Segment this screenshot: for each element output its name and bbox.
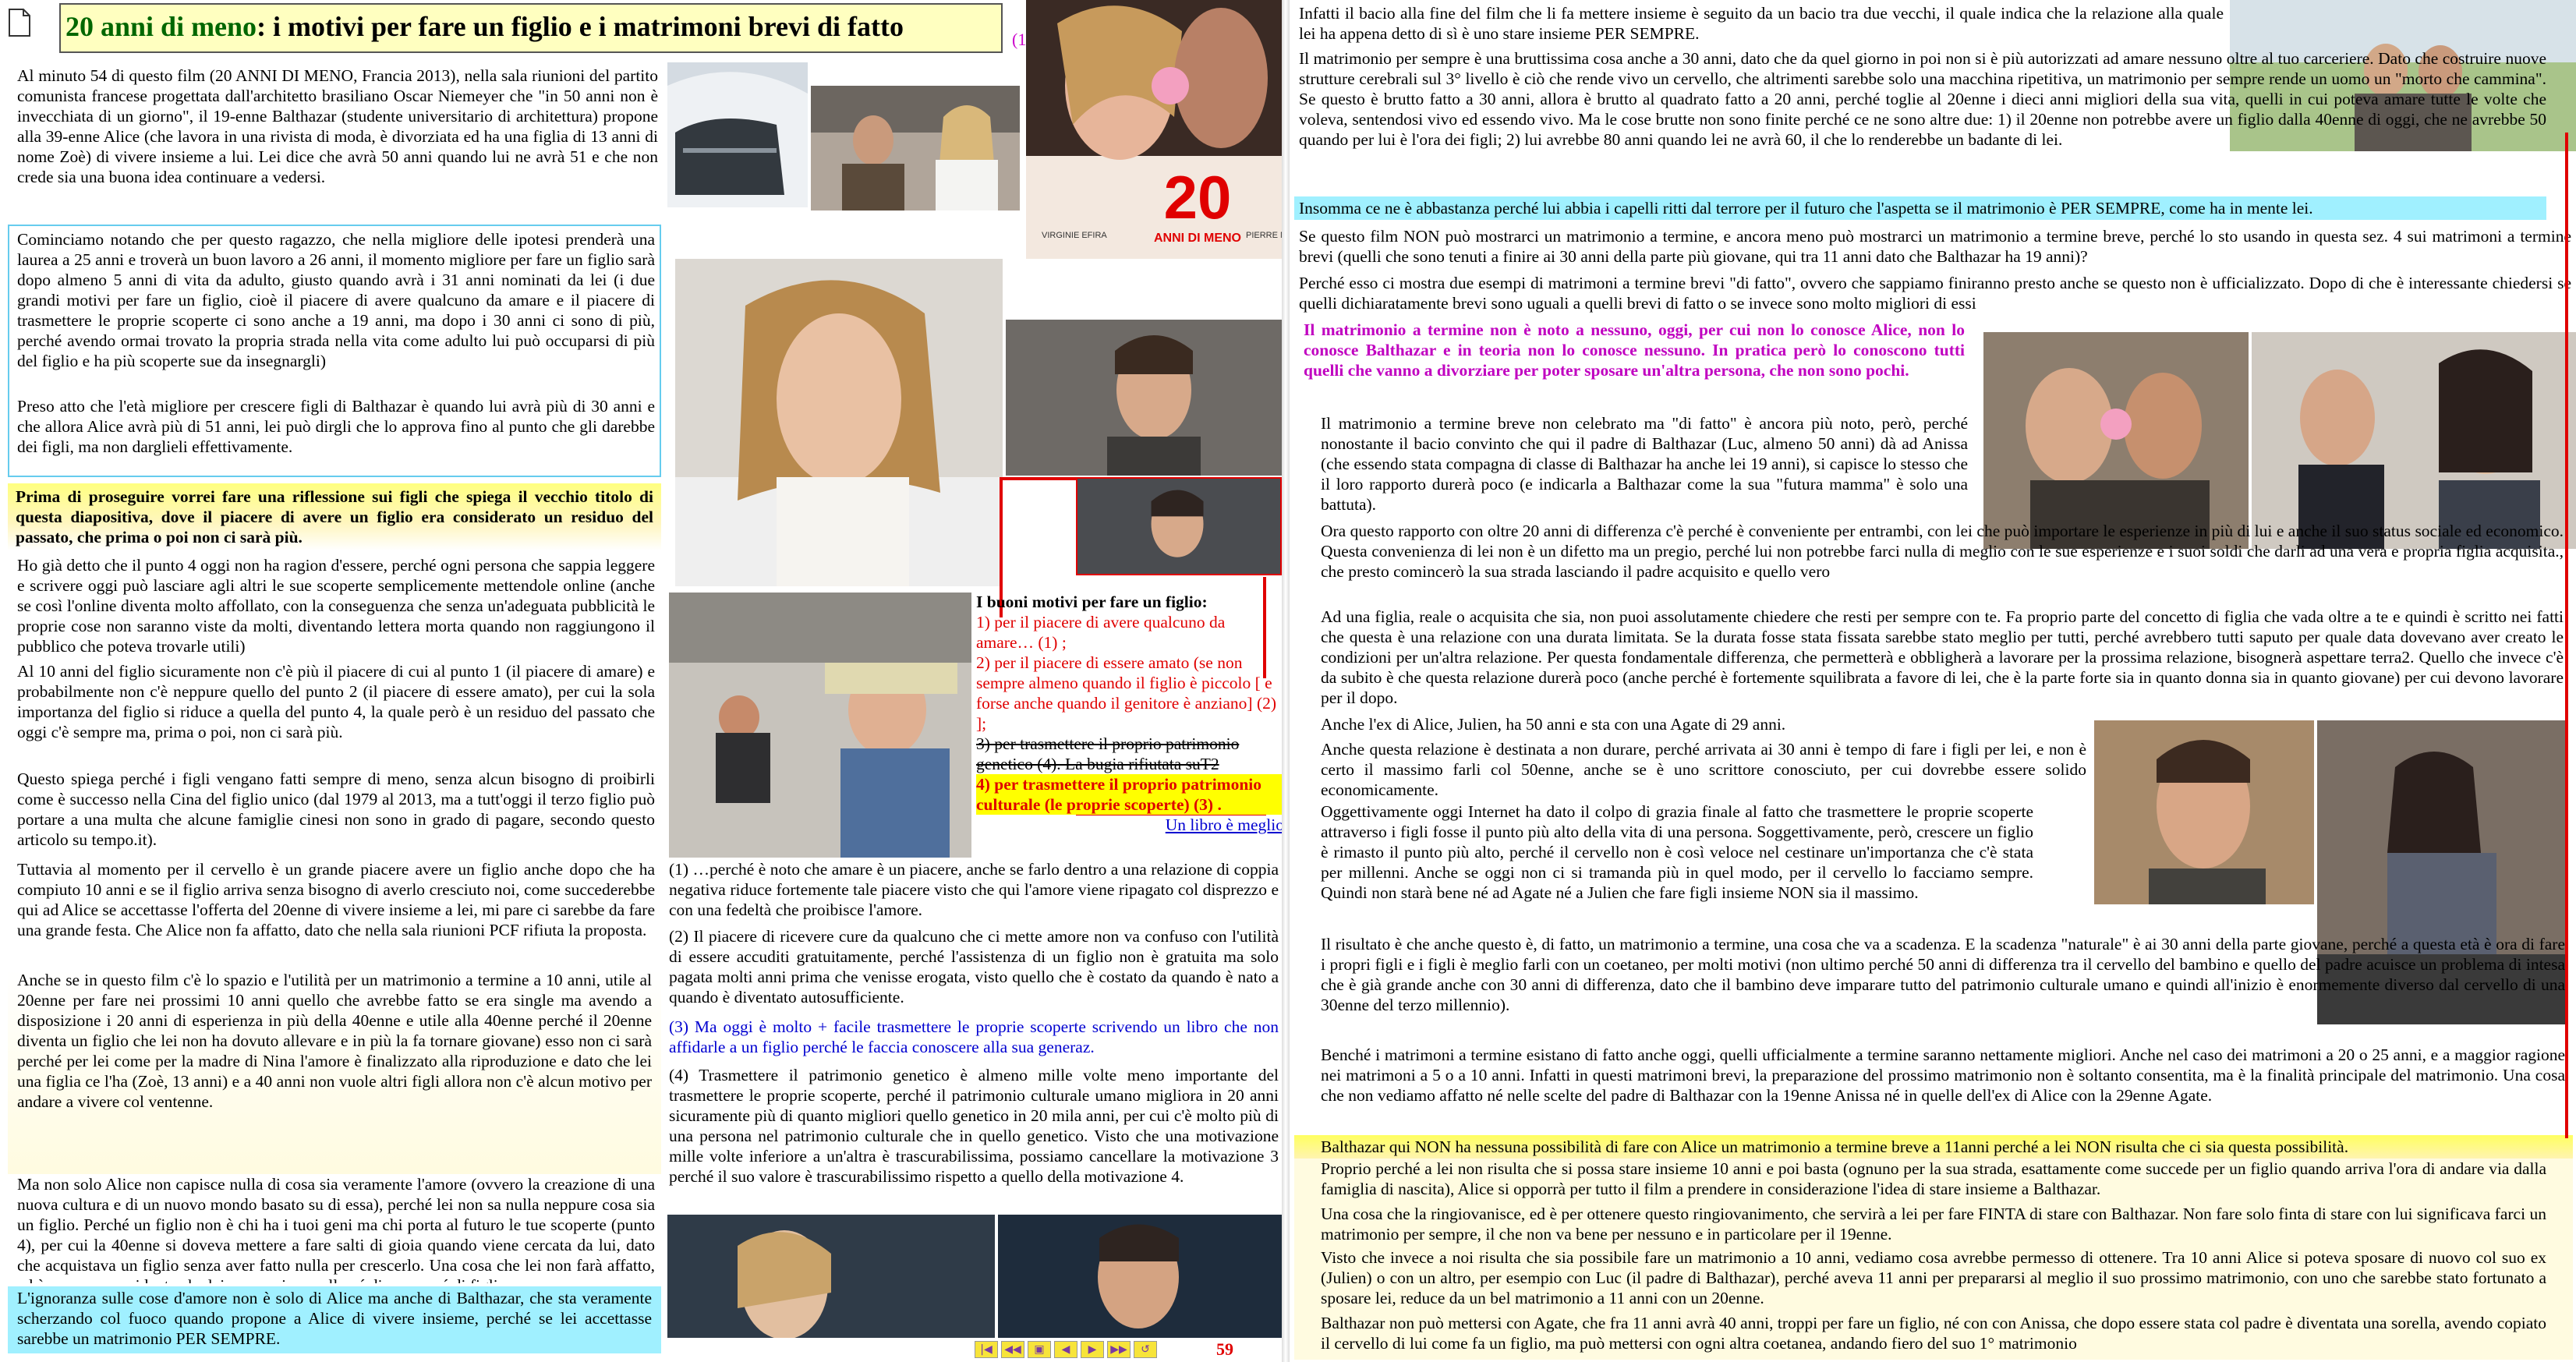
- left-paragraph-5: Ho già detto che il punto 4 oggi non ha …: [17, 555, 655, 660]
- right-paragraph-10: Anche l'ex di Alice, Julien, ha 50 anni …: [1321, 715, 1786, 734]
- right-paragraph-5: Perché esso ci mostra due esempi di matr…: [1299, 274, 2571, 313]
- left-paragraph-6: Al 10 anni del figlio sicuramente non c'…: [17, 661, 655, 769]
- children-age-text: Cominciamo notando che per questo ragazz…: [17, 230, 655, 370]
- ten-years-text: Al 10 anni del figlio sicuramente non c'…: [17, 662, 655, 741]
- left-paragraph-11: L'ignoranza sulle cose d'amore non è sol…: [8, 1286, 661, 1353]
- right-paragraph-1: Infatti il bacio alla fine del film che …: [1299, 4, 2224, 43]
- left-paragraph-9: Anche se in questo film c'è lo spazio e …: [8, 970, 661, 1174]
- page-number: 59: [1216, 1339, 1233, 1359]
- page-title: 20 anni di meno: i motivi per fare un fi…: [65, 9, 904, 44]
- right-paragraph-8: Ora questo rapporto con oltre 20 anni di…: [1321, 522, 2564, 581]
- note-3: (3) Ma oggi è molto + facile trasmettere…: [669, 1017, 1279, 1056]
- arrow-line: [1003, 477, 1077, 480]
- balthazar-bottom-photo: [998, 1215, 1282, 1338]
- note-2: (2) Il piacere di ricevere cure da qualc…: [669, 927, 1279, 1006]
- right-border-line: [2565, 133, 2568, 1138]
- left-paragraph-3: Preso atto che l'età migliore per cresce…: [17, 396, 655, 474]
- balthazar-photo: [1006, 320, 1282, 476]
- right-paragraph-14: Benché i matrimoni a termine esistano di…: [1321, 1045, 2565, 1105]
- title-bold: 20 anni di meno: [65, 11, 257, 42]
- right-paragraph-6: Il matrimonio a termine non è noto a nes…: [1304, 320, 1965, 380]
- right-paragraph-4: Se questo film NON può mostrarci un matr…: [1299, 227, 2571, 266]
- alice-understanding-text: Ma non solo Alice non capisce nulla di c…: [17, 1175, 655, 1283]
- first-page-icon[interactable]: |◀: [975, 1341, 998, 1358]
- index-icon[interactable]: ▣: [1028, 1341, 1051, 1358]
- luc-anissa-restaurant-photo: [2252, 332, 2576, 549]
- right-paragraph-19: Balthazar non può mettersi con Agate, ch…: [1294, 1313, 2573, 1360]
- page-divider: [1282, 0, 1290, 1362]
- right-paragraph-2: Il matrimonio per sempre è una bruttissi…: [1299, 49, 2546, 149]
- title-rest: : i motivi per fare un figlio e i matrim…: [257, 11, 904, 42]
- poster-number: 20: [1164, 163, 1232, 232]
- left-paragraph-10: Ma non solo Alice non capisce nulla di c…: [17, 1174, 655, 1283]
- reason-4: 4) per trasmettere il proprio patrimonio…: [976, 774, 1284, 815]
- reason-2: 2) per il piacere di essere amato (se no…: [976, 653, 1277, 733]
- balthazar-small-photo: [1076, 477, 1282, 575]
- right-paragraph-3: Insomma ce ne è abbastanza perché lui ab…: [1294, 196, 2546, 220]
- left-paragraph-4: Prima di proseguire vorrei fare una rifl…: [8, 483, 661, 550]
- luc-anissa-kiss-photo: [1983, 332, 2249, 549]
- couple-conference-photo: [811, 86, 1020, 210]
- next-page-icon[interactable]: ▶: [1081, 1341, 1104, 1358]
- online-text: Ho già detto che il punto 4 oggi non ha …: [17, 556, 655, 656]
- note-4: (4) Trasmettere il patrimonio genetico è…: [669, 1066, 1279, 1186]
- right-paragraph-16: Proprio perché a lei non risulta che si …: [1294, 1159, 2573, 1204]
- prev-section-icon[interactable]: ◀◀: [1001, 1341, 1024, 1358]
- note-1: (1) …perché è noto che amare è un piacer…: [669, 860, 1279, 919]
- intro-text: Al minuto 54 di questo film (20 ANNI DI …: [17, 66, 658, 186]
- right-paragraph-13: Il risultato è che anche questo è, di fa…: [1321, 935, 2565, 1014]
- julien-photo: [2094, 720, 2314, 904]
- left-paragraph-1: Al minuto 54 di questo film (20 ANNI DI …: [17, 65, 658, 218]
- term-marriage-text: Anche se in questo film c'è lo spazio e …: [17, 971, 652, 1111]
- right-paragraph-18: Visto che invece a noi risulta che sia p…: [1294, 1247, 2573, 1313]
- china-text: Questo spiega perché i figli vengano fat…: [17, 769, 655, 849]
- navigation-bar: |◀ ◀◀ ▣ ◀ ▶ ▶▶ ↺: [975, 1340, 1157, 1359]
- right-paragraph-12: Oggettivamente oggi Internet ha dato il …: [1321, 802, 2033, 902]
- prev-page-icon[interactable]: ◀: [1054, 1341, 1077, 1358]
- right-paragraph-15: Balthazar qui NON ha nessuna possibilità…: [1294, 1135, 2573, 1159]
- alice-closeup-photo: [675, 259, 1003, 586]
- book-link[interactable]: Un libro è meglio: [976, 815, 1284, 835]
- poster-left-name: VIRGINIE EFIRA: [1042, 231, 1107, 240]
- reasons-box: I buoni motivi per fare un figlio: 1) pe…: [976, 592, 1284, 853]
- reflection-text: Prima di proseguire vorrei fare una rifl…: [16, 487, 653, 547]
- left-paragraph-8: Tuttavia al momento per il cervello è un…: [17, 859, 655, 967]
- back-icon[interactable]: ↺: [1134, 1341, 1157, 1358]
- reason-1: 1) per il piacere di avere qualcuno da a…: [976, 613, 1226, 652]
- movie-poster: 20ANNI DI MENO VIRGINIE EFIRA PIERRE NINEY: [1026, 0, 1282, 259]
- alice-bottom-photo: [667, 1215, 995, 1338]
- next-section-icon[interactable]: ▶▶: [1107, 1341, 1131, 1358]
- reasons-title: I buoni motivi per fare un figlio:: [976, 593, 1208, 611]
- best-age-text: Preso atto che l'età migliore per cresce…: [17, 397, 655, 456]
- document-icon[interactable]: [8, 8, 31, 37]
- right-paragraph-17: Una cosa che la ringiovanisce, ed è per …: [1294, 1204, 2573, 1247]
- left-paragraph-2: Cominciamo notando che per questo ragazz…: [17, 229, 655, 409]
- man-with-child-photo: [669, 593, 971, 858]
- ignorance-text: L'ignoranza sulle cose d'amore non è sol…: [17, 1289, 652, 1348]
- poster-right-name: PIERRE NINEY: [1246, 231, 1282, 240]
- building-photo: [667, 62, 808, 207]
- poster-words: ANNI DI MENO: [1154, 232, 1241, 245]
- right-paragraph-9: Ad una figlia, reale o acquisita che sia…: [1321, 607, 2564, 707]
- reason-3: 3) per trasmettere il proprio patrimonio…: [976, 734, 1240, 773]
- left-paragraph-7: Questo spiega perché i figli vengano fat…: [17, 769, 655, 856]
- however-text: Tuttavia al momento per il cervello è un…: [17, 860, 655, 939]
